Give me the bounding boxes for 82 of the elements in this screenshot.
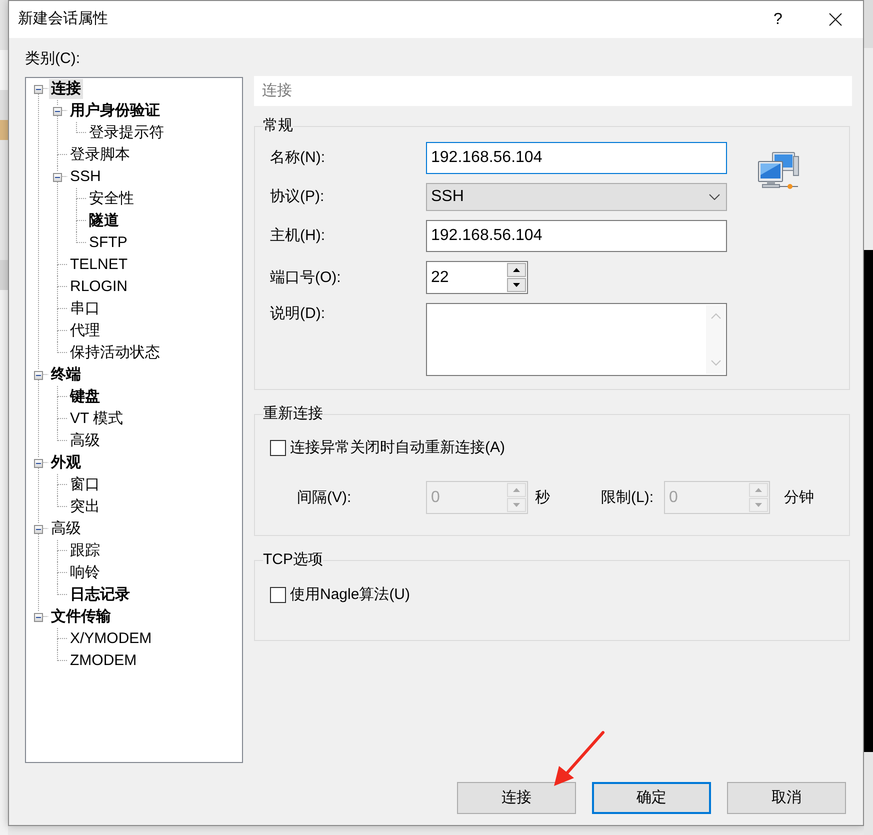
triangle-up-icon: [755, 488, 762, 492]
field-label: 端口号(O):: [270, 268, 342, 288]
tree-line-drawing: [38, 562, 67, 584]
panel-title: 连接: [254, 76, 852, 106]
collapse-icon[interactable]: [34, 612, 43, 622]
spin-field[interactable]: 22: [426, 261, 528, 294]
dialog-button[interactable]: 连接: [457, 782, 576, 814]
tree-item[interactable]: ZMODEM: [68, 651, 139, 671]
unit-label: 分钟: [784, 488, 814, 508]
unit-label: 秒: [535, 488, 551, 508]
tree-item[interactable]: 键盘: [68, 387, 102, 407]
triangle-down-icon: [513, 503, 520, 507]
protocol-dropdown[interactable]: SSH: [426, 183, 727, 211]
chevron-down-icon: [709, 194, 720, 200]
tree-line-drawing: [38, 210, 86, 232]
checkbox[interactable]: [270, 587, 286, 603]
network-computers-icon: [757, 151, 799, 191]
field-label: 名称(N):: [270, 148, 326, 168]
spin-down-button[interactable]: [507, 278, 526, 292]
group-title: 重新连接: [263, 404, 323, 424]
tree-item[interactable]: 跟踪: [68, 541, 102, 561]
close-icon: [828, 13, 842, 26]
window-title: 新建会话属性: [18, 9, 109, 30]
tree-item[interactable]: 日志记录: [68, 585, 132, 605]
tree-item[interactable]: 终端: [49, 365, 83, 385]
tree-item[interactable]: 隧道: [87, 211, 121, 231]
tree-item[interactable]: 串口: [68, 299, 102, 319]
tree-line-drawing: [38, 320, 67, 342]
triangle-down-icon: [513, 283, 520, 287]
triangle-up-icon: [513, 488, 520, 492]
tree-item[interactable]: VT 模式: [68, 409, 126, 429]
field-label: 协议(P):: [270, 187, 326, 207]
tree-item[interactable]: TELNET: [68, 255, 130, 275]
collapse-icon[interactable]: [34, 84, 43, 94]
dialog-button[interactable]: 确定: [592, 782, 711, 814]
tree-line-drawing: [38, 298, 67, 320]
collapse-icon[interactable]: [34, 370, 43, 380]
chevron-down-icon: [710, 360, 720, 366]
tree-line-drawing: [38, 276, 67, 298]
text-field[interactable]: 192.168.56.104: [426, 220, 727, 252]
text-field[interactable]: 192.168.56.104: [426, 142, 727, 174]
tree-item[interactable]: RLOGIN: [68, 277, 130, 297]
collapse-icon[interactable]: [53, 106, 62, 116]
help-button[interactable]: ?: [755, 1, 801, 38]
collapse-icon[interactable]: [34, 458, 43, 468]
tree-item[interactable]: 高级: [68, 431, 102, 451]
pointer-arrow: [553, 731, 605, 788]
tree-item[interactable]: 用户身份验证: [68, 101, 162, 121]
collapse-icon[interactable]: [34, 524, 43, 534]
description-field[interactable]: [426, 303, 727, 376]
dialog-button[interactable]: 取消: [727, 782, 846, 814]
field-label: 限制(L):: [601, 488, 654, 508]
tree-item[interactable]: 登录脚本: [68, 145, 132, 165]
tree-item[interactable]: 文件传输: [49, 607, 113, 627]
group-title: 常规: [263, 116, 293, 136]
tree-item[interactable]: 外观: [49, 453, 83, 473]
collapse-icon[interactable]: [53, 172, 62, 182]
tree-item[interactable]: 响铃: [68, 563, 102, 583]
field-label: 间隔(V):: [297, 488, 352, 508]
tree-item[interactable]: 保持活动状态: [68, 343, 162, 363]
triangle-down-icon: [755, 503, 762, 507]
chevron-up-icon: [710, 313, 720, 319]
tree-item[interactable]: X/YMODEM: [68, 629, 154, 649]
tree-item[interactable]: 高级: [49, 519, 83, 539]
field-label: 说明(D):: [270, 304, 326, 324]
tree-line-drawing: [38, 408, 67, 430]
category-label: 类别(C):: [25, 49, 81, 69]
tree-item[interactable]: 窗口: [68, 475, 102, 495]
tree-item[interactable]: 连接: [49, 79, 83, 99]
checkbox-label[interactable]: 使用Nagle算法(U): [290, 585, 410, 605]
tree-item[interactable]: SSH: [68, 167, 103, 187]
spin-up-button[interactable]: [507, 263, 526, 277]
tree-item[interactable]: 突出: [68, 497, 102, 517]
tree-item[interactable]: 登录提示符: [87, 123, 166, 143]
field-label: 主机(H):: [270, 226, 326, 246]
checkbox-label[interactable]: 连接异常关闭时自动重新连接(A): [290, 438, 505, 458]
tree-item[interactable]: 安全性: [87, 189, 136, 209]
triangle-up-icon: [513, 268, 520, 272]
tree-item[interactable]: 代理: [68, 321, 102, 341]
group-title: TCP选项: [263, 550, 323, 570]
checkbox[interactable]: [270, 440, 286, 456]
tree-item[interactable]: SFTP: [87, 233, 130, 253]
